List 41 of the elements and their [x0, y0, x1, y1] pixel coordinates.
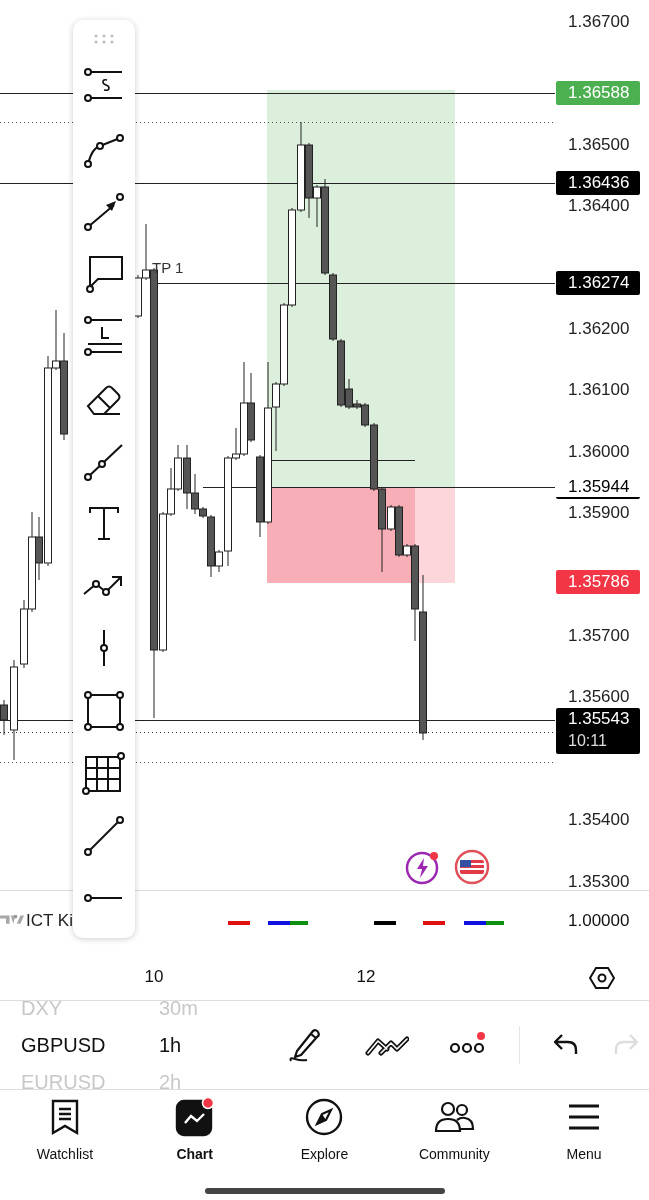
time-label: 10: [144, 967, 164, 987]
rectangle-icon[interactable]: [82, 688, 126, 733]
candle: [0, 699, 8, 736]
price-label: 1.36400: [568, 195, 630, 217]
nav-tab[interactable]: Chart: [129, 1096, 260, 1180]
nav-tab[interactable]: Explore: [259, 1096, 390, 1180]
price-line[interactable]: [0, 93, 555, 94]
settings-icon[interactable]: [589, 965, 615, 991]
nav-tab[interactable]: Community: [389, 1096, 520, 1180]
grip-icon[interactable]: [92, 33, 116, 45]
people-icon: [433, 1099, 476, 1135]
price-tag: 1.35786: [556, 570, 640, 594]
line-icon[interactable]: [82, 813, 126, 858]
price-label: 1.35900: [568, 502, 630, 524]
price-label: 1.36000: [568, 441, 630, 463]
price-label: 1.35400: [568, 809, 630, 831]
take-profit-label: TP 1: [152, 259, 184, 276]
price-tag: 1.36274: [556, 271, 640, 295]
logo-icon: [0, 913, 24, 925]
nav-tab[interactable]: Watchlist: [0, 1096, 130, 1180]
flag-icon[interactable]: [453, 848, 491, 886]
time-label: 12: [356, 967, 376, 987]
indicator-value: 1.00000: [568, 911, 630, 931]
price-label: 1.35300: [568, 871, 630, 893]
nav-tab[interactable]: Menu: [519, 1096, 649, 1180]
price-tag: 1.36436: [556, 171, 640, 195]
compass-icon: [304, 1097, 345, 1137]
indicator-name: ICT Ki: [26, 911, 73, 931]
price-label: 1.35600: [568, 686, 630, 708]
price-label: 1.36200: [568, 318, 630, 340]
price-label: 1.35700: [568, 625, 630, 647]
symbol-row[interactable]: GBPUSD 1h: [21, 1026, 270, 1064]
price-line[interactable]: [202, 487, 555, 488]
price-tag: 1.36588: [556, 81, 640, 105]
profit-zone[interactable]: [267, 90, 455, 487]
price-tag: 1.35543 10:11: [556, 708, 640, 754]
price-label: 1.36700: [568, 11, 630, 33]
price-label: 1.36100: [568, 379, 630, 401]
chart-icon: [174, 1097, 215, 1137]
grid-icon[interactable]: [82, 751, 126, 795]
price-label: 1.36500: [568, 134, 630, 156]
